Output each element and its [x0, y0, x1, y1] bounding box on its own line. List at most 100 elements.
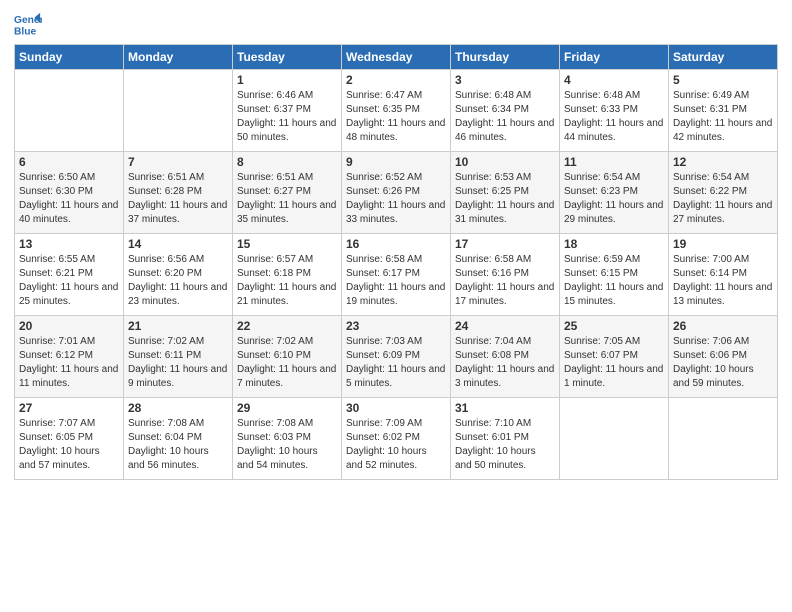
- day-cell: 18Sunrise: 6:59 AMSunset: 6:15 PMDayligh…: [560, 234, 669, 316]
- day-number: 25: [564, 319, 664, 333]
- weekday-header-saturday: Saturday: [669, 45, 778, 70]
- day-number: 7: [128, 155, 228, 169]
- day-cell: 31 Sunrise: 7:10 AMSunset: 6:01 PMDayligh…: [451, 398, 560, 480]
- weekday-header-wednesday: Wednesday: [342, 45, 451, 70]
- day-info: Sunrise: 6:50 AMSunset: 6:30 PMDaylight:…: [19, 171, 119, 227]
- day-info: Sunrise: 6:59 AMSunset: 6:15 PMDaylight:…: [564, 253, 664, 309]
- weekday-header-monday: Monday: [124, 45, 233, 70]
- logo-icon: General Blue: [14, 10, 42, 38]
- day-cell: [669, 398, 778, 480]
- day-number: 22: [237, 319, 337, 333]
- weekday-header-sunday: Sunday: [15, 45, 124, 70]
- day-number: 31: [455, 401, 555, 415]
- day-info: Sunrise: 7:06 AMSunset: 6:06 PMDaylight:…: [673, 335, 773, 391]
- day-cell: 27 Sunrise: 7:07 AMSunset: 6:05 PMDayligh…: [15, 398, 124, 480]
- day-cell: 29 Sunrise: 7:08 AMSunset: 6:03 PMDayligh…: [233, 398, 342, 480]
- day-number: 12: [673, 155, 773, 169]
- day-number: 27: [19, 401, 119, 415]
- day-number: 11: [564, 155, 664, 169]
- calendar-table: SundayMondayTuesdayWednesdayThursdayFrid…: [14, 44, 778, 480]
- day-info: Sunrise: 6:51 AMSunset: 6:27 PMDaylight:…: [237, 171, 337, 227]
- day-info: Sunrise: 6:58 AMSunset: 6:17 PMDaylight:…: [346, 253, 446, 309]
- day-number: 10: [455, 155, 555, 169]
- weekday-header-tuesday: Tuesday: [233, 45, 342, 70]
- day-info: Sunrise: 6:51 AMSunset: 6:28 PMDaylight:…: [128, 171, 228, 227]
- day-info: Sunrise: 7:05 AMSunset: 6:07 PMDaylight:…: [564, 335, 664, 391]
- day-info: Sunrise: 6:48 AMSunset: 6:33 PMDaylight:…: [564, 89, 664, 145]
- day-number: 5: [673, 73, 773, 87]
- day-cell: 26 Sunrise: 7:06 AMSunset: 6:06 PMDayligh…: [669, 316, 778, 398]
- day-cell: 23 Sunrise: 7:03 AMSunset: 6:09 PMDayligh…: [342, 316, 451, 398]
- day-cell: 30Sunrise: 7:09 AMSunset: 6:02 PMDayligh…: [342, 398, 451, 480]
- day-cell: 25 Sunrise: 7:05 AMSunset: 6:07 PMDayligh…: [560, 316, 669, 398]
- day-cell: 22 Sunrise: 7:02 AMSunset: 6:10 PMDayligh…: [233, 316, 342, 398]
- week-row-4: 20 Sunrise: 7:01 AMSunset: 6:12 PMDayligh…: [15, 316, 778, 398]
- day-cell: 19 Sunrise: 7:00 AMSunset: 6:14 PMDayligh…: [669, 234, 778, 316]
- day-cell: 15Sunrise: 6:57 AMSunset: 6:18 PMDayligh…: [233, 234, 342, 316]
- day-number: 1: [237, 73, 337, 87]
- day-info: Sunrise: 7:07 AMSunset: 6:05 PMDaylight:…: [19, 417, 119, 473]
- day-cell: 17 Sunrise: 6:58 AMSunset: 6:16 PMDayligh…: [451, 234, 560, 316]
- day-info: Sunrise: 7:02 AMSunset: 6:10 PMDaylight:…: [237, 335, 337, 391]
- calendar-page: General Blue SundayMondayTuesdayWednesda…: [0, 0, 792, 612]
- day-cell: 13 Sunrise: 6:55 AMSunset: 6:21 PMDayligh…: [15, 234, 124, 316]
- day-number: 4: [564, 73, 664, 87]
- day-cell: 11 Sunrise: 6:54 AMSunset: 6:23 PMDayligh…: [560, 152, 669, 234]
- day-info: Sunrise: 7:08 AMSunset: 6:04 PMDaylight:…: [128, 417, 228, 473]
- day-info: Sunrise: 6:48 AMSunset: 6:34 PMDaylight:…: [455, 89, 555, 145]
- day-info: Sunrise: 7:00 AMSunset: 6:14 PMDaylight:…: [673, 253, 773, 309]
- day-info: Sunrise: 7:04 AMSunset: 6:08 PMDaylight:…: [455, 335, 555, 391]
- day-cell: 10 Sunrise: 6:53 AMSunset: 6:25 PMDayligh…: [451, 152, 560, 234]
- logo: General Blue: [14, 10, 42, 38]
- day-number: 29: [237, 401, 337, 415]
- day-cell: [124, 70, 233, 152]
- day-info: Sunrise: 7:08 AMSunset: 6:03 PMDaylight:…: [237, 417, 337, 473]
- day-number: 24: [455, 319, 555, 333]
- day-number: 20: [19, 319, 119, 333]
- header: General Blue: [14, 10, 778, 38]
- day-number: 17: [455, 237, 555, 251]
- day-info: Sunrise: 6:52 AMSunset: 6:26 PMDaylight:…: [346, 171, 446, 227]
- day-number: 2: [346, 73, 446, 87]
- day-cell: 5Sunrise: 6:49 AMSunset: 6:31 PMDaylight…: [669, 70, 778, 152]
- day-info: Sunrise: 6:58 AMSunset: 6:16 PMDaylight:…: [455, 253, 555, 309]
- day-cell: 7 Sunrise: 6:51 AMSunset: 6:28 PMDaylight…: [124, 152, 233, 234]
- day-cell: 16 Sunrise: 6:58 AMSunset: 6:17 PMDayligh…: [342, 234, 451, 316]
- day-cell: 2 Sunrise: 6:47 AMSunset: 6:35 PMDaylight…: [342, 70, 451, 152]
- day-info: Sunrise: 7:10 AMSunset: 6:01 PMDaylight:…: [455, 417, 555, 473]
- day-info: Sunrise: 7:01 AMSunset: 6:12 PMDaylight:…: [19, 335, 119, 391]
- week-row-1: 1 Sunrise: 6:46 AMSunset: 6:37 PMDaylight…: [15, 70, 778, 152]
- weekday-header-friday: Friday: [560, 45, 669, 70]
- day-info: Sunrise: 7:03 AMSunset: 6:09 PMDaylight:…: [346, 335, 446, 391]
- day-number: 13: [19, 237, 119, 251]
- day-cell: [15, 70, 124, 152]
- day-cell: 6 Sunrise: 6:50 AMSunset: 6:30 PMDaylight…: [15, 152, 124, 234]
- day-number: 26: [673, 319, 773, 333]
- day-number: 19: [673, 237, 773, 251]
- week-row-5: 27 Sunrise: 7:07 AMSunset: 6:05 PMDayligh…: [15, 398, 778, 480]
- day-number: 23: [346, 319, 446, 333]
- day-number: 28: [128, 401, 228, 415]
- day-cell: 28 Sunrise: 7:08 AMSunset: 6:04 PMDayligh…: [124, 398, 233, 480]
- day-number: 6: [19, 155, 119, 169]
- svg-text:Blue: Blue: [14, 26, 37, 37]
- day-info: Sunrise: 7:09 AMSunset: 6:02 PMDaylight:…: [346, 417, 446, 473]
- day-cell: 20 Sunrise: 7:01 AMSunset: 6:12 PMDayligh…: [15, 316, 124, 398]
- day-number: 14: [128, 237, 228, 251]
- day-cell: 8Sunrise: 6:51 AMSunset: 6:27 PMDaylight…: [233, 152, 342, 234]
- day-number: 16: [346, 237, 446, 251]
- day-info: Sunrise: 6:54 AMSunset: 6:23 PMDaylight:…: [564, 171, 664, 227]
- day-info: Sunrise: 6:55 AMSunset: 6:21 PMDaylight:…: [19, 253, 119, 309]
- day-number: 3: [455, 73, 555, 87]
- day-number: 21: [128, 319, 228, 333]
- day-info: Sunrise: 6:54 AMSunset: 6:22 PMDaylight:…: [673, 171, 773, 227]
- week-row-2: 6 Sunrise: 6:50 AMSunset: 6:30 PMDaylight…: [15, 152, 778, 234]
- day-info: Sunrise: 6:47 AMSunset: 6:35 PMDaylight:…: [346, 89, 446, 145]
- day-info: Sunrise: 6:53 AMSunset: 6:25 PMDaylight:…: [455, 171, 555, 227]
- day-cell: 9Sunrise: 6:52 AMSunset: 6:26 PMDaylight…: [342, 152, 451, 234]
- day-info: Sunrise: 6:46 AMSunset: 6:37 PMDaylight:…: [237, 89, 337, 145]
- weekday-header-row: SundayMondayTuesdayWednesdayThursdayFrid…: [15, 45, 778, 70]
- day-cell: 14Sunrise: 6:56 AMSunset: 6:20 PMDayligh…: [124, 234, 233, 316]
- day-cell: 21Sunrise: 7:02 AMSunset: 6:11 PMDayligh…: [124, 316, 233, 398]
- day-cell: [560, 398, 669, 480]
